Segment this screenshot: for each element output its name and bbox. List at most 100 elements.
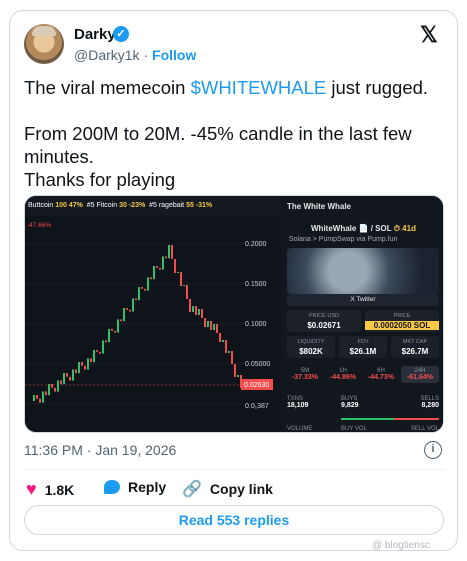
- price-sol-value: 0.0002050 SOL: [365, 321, 439, 330]
- candle: [39, 398, 41, 403]
- token-title: The White Whale: [287, 202, 351, 211]
- buys: BUYS 9,829: [341, 396, 381, 409]
- ticker-rank: #5: [149, 202, 157, 209]
- price-usd-value: $0.02671: [307, 321, 341, 330]
- ticker-rank: #5: [86, 202, 95, 209]
- candle: [60, 380, 62, 385]
- candle: [213, 324, 215, 330]
- current-price: 0.02630: [244, 382, 269, 389]
- sells-value: 8,280: [421, 402, 439, 409]
- change-5m[interactable]: 5M -37.33%: [287, 368, 323, 381]
- candle: [207, 321, 209, 327]
- candle: [45, 391, 47, 396]
- read-replies-button[interactable]: Read 553 replies: [24, 505, 444, 535]
- token-age-badge: ⏱ 41d: [393, 224, 416, 233]
- candle: [102, 340, 104, 354]
- candle: [228, 351, 230, 353]
- author-handle[interactable]: @Darky1k: [74, 47, 140, 63]
- x-logo-icon[interactable]: 𝕏: [420, 22, 438, 48]
- author-handle-row: @Darky1k · Follow: [74, 47, 196, 63]
- candle: [75, 369, 77, 374]
- volume-label: VOLUME: [287, 426, 313, 432]
- avatar[interactable]: [24, 24, 64, 64]
- candle: [123, 308, 125, 322]
- txns: TXNS 18,109: [287, 396, 327, 409]
- ticker-bar: Buttcoin 100 47% #5 Fitcoin 30 -23% #5 r…: [25, 196, 281, 216]
- reply-button[interactable]: Reply: [104, 479, 166, 495]
- candle: [150, 277, 152, 280]
- candle: [162, 256, 164, 270]
- candle: [156, 266, 158, 268]
- token-symbol: WhiteWhale 📄 / SOL ⏱ 41d: [311, 224, 416, 234]
- candle: [189, 299, 191, 312]
- ticker-name: Buttcoin: [28, 202, 54, 209]
- fdv-value: $26.1M: [349, 347, 377, 356]
- candle: [129, 309, 131, 312]
- mcap-box: MKT CAP $26.7M: [391, 336, 439, 358]
- candle: [180, 272, 182, 286]
- change-value: -37.33%: [291, 374, 319, 381]
- candle: [192, 306, 194, 312]
- candle: [168, 245, 170, 259]
- candle: [186, 285, 188, 299]
- candle: [114, 330, 116, 333]
- candle: [201, 309, 203, 318]
- change-6h[interactable]: 6H -44.73%: [363, 368, 399, 381]
- candle: [165, 256, 167, 259]
- candle: [135, 298, 137, 301]
- timestamp[interactable]: 11:36 PM · Jan 19, 2026: [24, 442, 176, 458]
- candle: [144, 288, 146, 291]
- ticker-name: ragebait: [158, 202, 185, 209]
- candle: [195, 306, 197, 315]
- verified-badge-icon: ✓: [113, 26, 129, 42]
- candle: [48, 384, 50, 396]
- info-icon[interactable]: i: [424, 441, 442, 459]
- ticker-2: #5 Fitcoin 30 -23%: [87, 202, 145, 209]
- price-tick: 0.1000: [245, 321, 267, 328]
- reply-bubble-icon: [104, 480, 120, 494]
- candle: [96, 350, 98, 352]
- candle: [171, 245, 173, 259]
- watermark: @ blogtiensc: [372, 540, 430, 551]
- like-button[interactable]: ♥ 1.8K: [26, 479, 74, 500]
- token-panel: The White Whale WhiteWhale 📄 / SOL ⏱ 41d…: [281, 196, 443, 432]
- candle: [81, 362, 83, 366]
- candle: [111, 329, 113, 331]
- candle: [66, 373, 68, 377]
- candle: [33, 395, 35, 401]
- token-symbol-text: WhiteWhale 📄 / SOL: [311, 224, 392, 233]
- fdv-label: FDV: [357, 339, 369, 345]
- separator: ·: [143, 47, 149, 63]
- candle: [105, 340, 107, 343]
- candle: [153, 266, 155, 280]
- candle: [174, 259, 176, 273]
- buy-vol-label-wrap: BUY VOL: [341, 426, 381, 432]
- price-tick: 0.0₁387: [245, 403, 269, 410]
- author-name[interactable]: Darky: [74, 26, 116, 43]
- candle: [231, 351, 233, 364]
- candle: [225, 340, 227, 353]
- candle: [78, 362, 80, 374]
- ticker-name: Fitcoin: [96, 202, 118, 209]
- change-1h[interactable]: 1H -44.86%: [325, 368, 361, 381]
- media-image[interactable]: Buttcoin 100 47% #5 Fitcoin 30 -23% #5 r…: [24, 195, 444, 433]
- follow-button[interactable]: Follow: [152, 47, 196, 63]
- price-tick: 0.05000: [245, 361, 270, 368]
- ticker-value: 55 -31%: [186, 202, 213, 209]
- candle: [108, 329, 110, 343]
- price-usd-label: PRICE USD: [309, 313, 339, 319]
- change-24h[interactable]: 24H -61.64%: [401, 366, 439, 383]
- candle: [138, 287, 140, 301]
- candle: [93, 350, 95, 363]
- network-path: Solana > PumpSwap via Pump.fun: [289, 236, 398, 243]
- candle: [87, 358, 89, 370]
- sell-vol-label-wrap: SELL VOL: [399, 426, 439, 432]
- cashtag-link[interactable]: $WHITEWHALE: [191, 77, 327, 98]
- copy-link-button[interactable]: 🔗 Copy link: [182, 479, 273, 499]
- price-tick: 0.1500: [245, 281, 267, 288]
- candle: [216, 324, 218, 333]
- avatar-hat: [32, 26, 56, 36]
- price-chart: 0.2000 0.1500 0.1000 0.05000 0.0₁387 0.0…: [25, 216, 281, 432]
- twitter-button[interactable]: X Twitter: [287, 294, 439, 306]
- tweet-line-1: The viral memecoin $WHITEWHALE just rugg…: [24, 76, 444, 99]
